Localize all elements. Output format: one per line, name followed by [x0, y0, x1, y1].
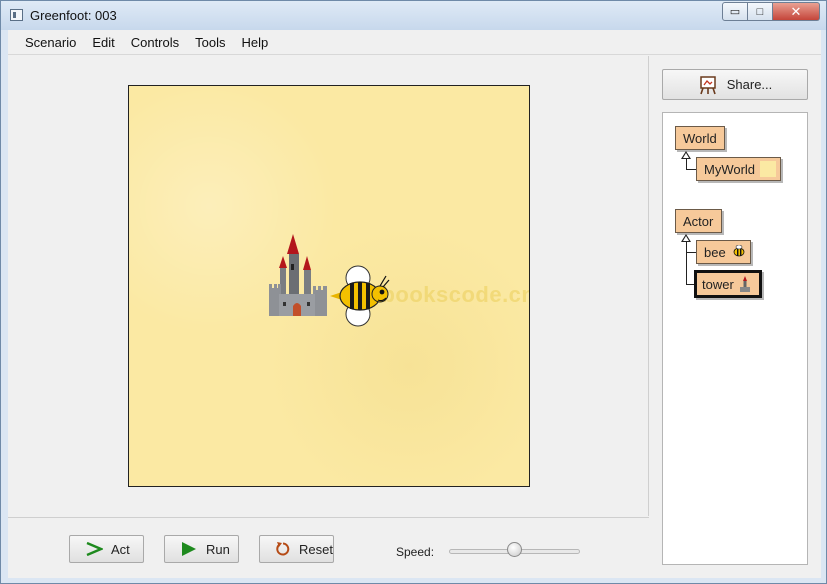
act-arrow-icon — [84, 539, 104, 559]
menu-bar: Scenario Edit Controls Tools Help — [8, 30, 821, 55]
class-actor[interactable]: Actor — [675, 209, 722, 233]
tree-line-world-v — [686, 159, 687, 169]
run-button[interactable]: Run — [164, 535, 239, 563]
minimize-icon: ▭ — [729, 6, 741, 18]
class-bee-label: bee — [704, 244, 726, 260]
window-title: Greenfoot: 003 — [30, 8, 117, 23]
menu-scenario[interactable]: Scenario — [18, 35, 85, 50]
close-button[interactable]: ✕ — [773, 2, 820, 21]
tree-line-actor-v — [686, 242, 687, 285]
class-tower-label: tower — [702, 276, 734, 292]
minimize-button[interactable]: ▭ — [722, 2, 748, 21]
tower-actor-icon[interactable] — [267, 234, 331, 318]
bee-actor-icon[interactable] — [328, 264, 390, 328]
class-world-label: World — [683, 130, 717, 146]
easel-icon — [698, 75, 718, 95]
class-world[interactable]: World — [675, 126, 725, 150]
reset-icon — [274, 539, 292, 559]
class-myworld[interactable]: MyWorld — [696, 157, 781, 181]
share-button[interactable]: Share... — [662, 69, 808, 100]
maximize-button[interactable]: □ — [748, 2, 773, 21]
tree-line-world-h — [686, 169, 696, 170]
menu-edit[interactable]: Edit — [85, 35, 123, 50]
reset-label: Reset — [299, 541, 333, 557]
inheritance-arrow-world — [681, 151, 691, 159]
class-actor-label: Actor — [683, 213, 714, 229]
world-canvas[interactable]: itbookscode.cn — [128, 85, 530, 487]
run-label: Run — [206, 541, 230, 557]
class-diagram: World MyWorld Actor bee tower — [662, 112, 808, 565]
app-window: Greenfoot: 003 ▭ □ ✕ Scenario Edit Contr… — [0, 0, 827, 584]
class-tower[interactable]: tower — [694, 270, 762, 298]
speed-slider-thumb[interactable] — [507, 542, 522, 557]
class-myworld-label: MyWorld — [704, 161, 756, 177]
tower-thumbnail-icon — [739, 276, 751, 292]
maximize-icon: □ — [756, 5, 764, 18]
myworld-thumbnail-icon — [760, 161, 777, 177]
share-label: Share... — [726, 77, 773, 92]
act-button[interactable]: Act — [69, 535, 144, 563]
title-bar[interactable]: Greenfoot: 003 ▭ □ ✕ — [1, 1, 826, 30]
class-panel: Share... World MyWorld Actor bee tower — [650, 56, 821, 578]
class-bee[interactable]: bee — [696, 240, 751, 264]
speed-label: Speed: — [396, 545, 435, 559]
window-client-area: Scenario Edit Controls Tools Help itbook… — [8, 30, 821, 578]
act-label: Act — [111, 541, 130, 557]
bee-thumbnail-icon — [731, 245, 747, 259]
play-icon — [179, 539, 199, 559]
menu-help[interactable]: Help — [235, 35, 278, 50]
execution-controls: Act Run Reset Speed: — [8, 517, 649, 578]
watermark-text: itbookscode.cn — [367, 282, 530, 307]
window-controls: ▭ □ ✕ — [722, 2, 820, 21]
inheritance-arrow-actor — [681, 234, 691, 242]
reset-button[interactable]: Reset — [259, 535, 334, 563]
menu-controls[interactable]: Controls — [124, 35, 188, 50]
close-icon: ✕ — [790, 3, 802, 19]
tree-line-bee-h — [686, 252, 696, 253]
app-icon — [10, 9, 23, 21]
world-panel: itbookscode.cn — [8, 56, 649, 516]
menu-tools[interactable]: Tools — [188, 35, 234, 50]
